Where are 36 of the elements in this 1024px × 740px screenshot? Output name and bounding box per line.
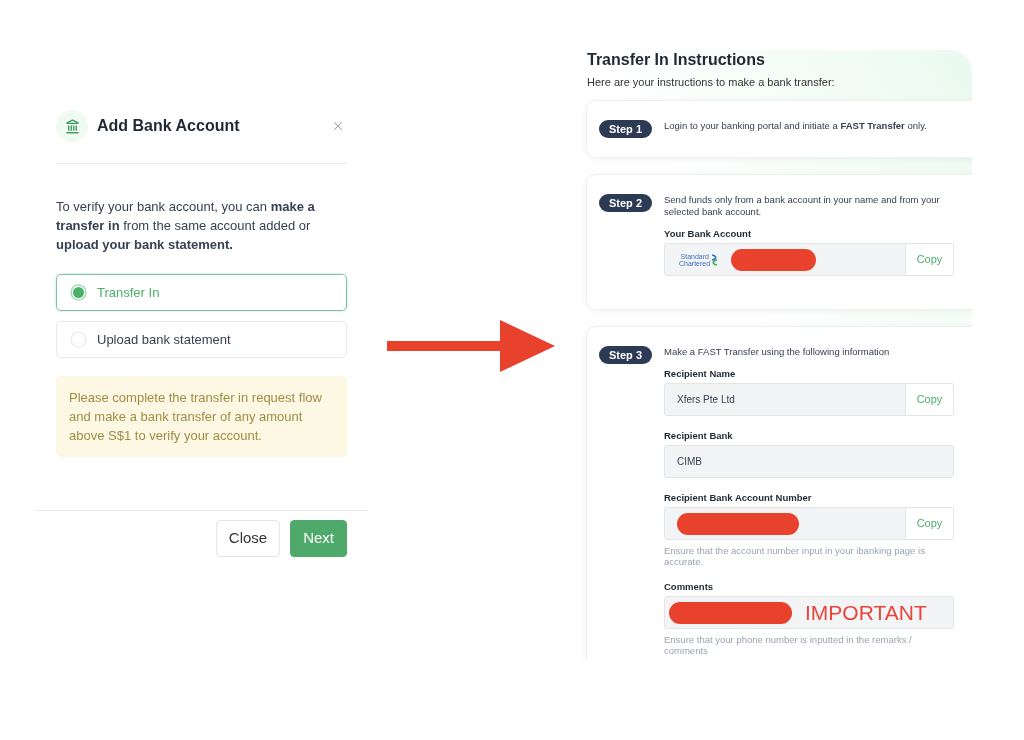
step-badge: Step 1 [599,120,652,138]
field-hint: Ensure that the account number input in your ibanking page is accurate. [664,545,926,567]
field-label: Comments [664,581,715,593]
field-hint: Ensure that your phone number is inputted in the remarks / comments [664,634,913,656]
important-annotation: IMPORTANT [805,600,927,625]
description-text: To verify your bank account, you can make a transfer in from the same account added or upload your bank statement. [56,198,316,254]
close-button[interactable] [331,119,345,133]
bank-icon [56,110,88,142]
close-icon [331,119,345,133]
copy-button[interactable]: Copy [906,243,954,276]
read-only-field[interactable]: Xfers Pte Ltd [664,383,906,416]
info-notice: Please complete the transfer in request flow and make a bank transfer of any amount above S$1 to verify your account. [56,376,347,457]
step-text: Send funds only from a bank account in your name and from your selected bank account. [664,194,941,218]
field-label: Recipient Bank Account Number [664,492,813,504]
field-label: Recipient Bank [664,430,734,442]
close-dialog-button[interactable]: Close [215,520,281,557]
panel-subtitle: Here are your instructions to make a bank transfer: [586,75,836,90]
copy-button[interactable]: Copy [906,507,954,540]
next-button[interactable]: Next [290,520,347,557]
panel-title: Transfer In Instructions [586,50,766,70]
step-text: Make a FAST Transfer using the following information [664,346,891,358]
read-only-field[interactable]: IMPORTANT [664,596,954,629]
step-text: Login to your banking portal and initiate a FAST Transfer only. [664,120,928,132]
copy-button[interactable]: Copy [906,383,954,416]
read-only-field[interactable] [664,507,906,540]
field-label: Your Bank Account [664,228,753,240]
radio-option[interactable]: Upload bank statement [56,321,347,358]
step-badge: Step 3 [599,346,652,364]
step-badge: Step 2 [599,194,652,212]
radio-option[interactable]: Transfer In [56,274,347,311]
field-label: Recipient Name [664,368,737,380]
read-only-field[interactable]: CIMB [664,445,954,478]
dialog-title: Add Bank Account [97,116,240,136]
bank-logo-icon [711,253,718,266]
radio-icon [70,331,87,348]
radio-icon [70,284,87,301]
